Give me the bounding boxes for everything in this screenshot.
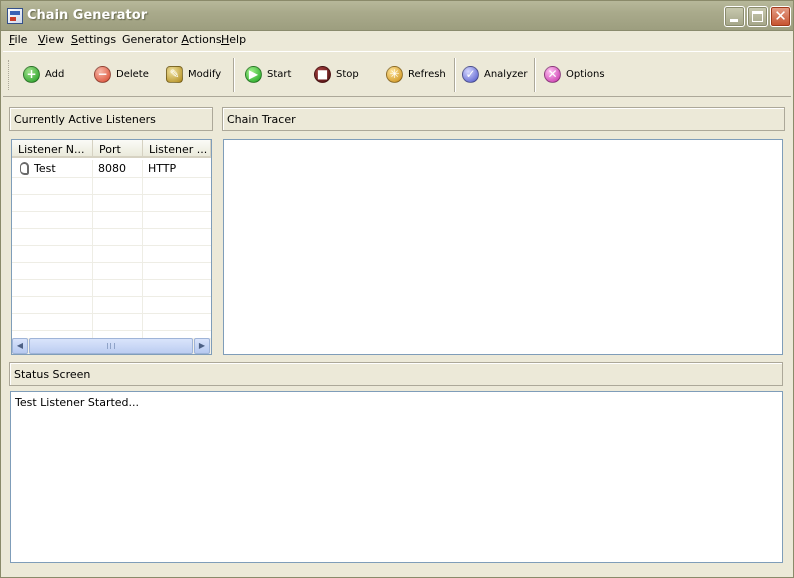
table-row[interactable]: Test 8080 HTTP <box>12 160 211 177</box>
menu-view-label: iew <box>45 33 65 46</box>
chain-tracer-header-label: Chain Tracer <box>227 113 296 126</box>
minimize-icon <box>730 19 738 22</box>
add-icon: + <box>23 65 40 83</box>
scroll-right-button[interactable]: ▶ <box>194 338 210 354</box>
listeners-list-header: Listener N... Port Listener ... <box>12 140 211 158</box>
grid-line <box>92 160 93 338</box>
menu-generator-actions[interactable]: Generator Actions <box>122 33 222 46</box>
chain-tracer-header: Chain Tracer <box>222 107 785 131</box>
grid-line <box>12 313 211 314</box>
toolbar-separator <box>454 58 456 92</box>
listener-port-cell: 8080 <box>98 162 126 175</box>
modify-button[interactable]: ✎ Modify <box>166 64 221 84</box>
grid-line <box>142 160 143 338</box>
analyzer-icon: ✓ <box>462 65 479 83</box>
grid-line <box>12 262 211 263</box>
refresh-label: Refresh <box>408 68 446 80</box>
delete-icon: − <box>94 65 111 83</box>
grid-line <box>12 177 211 178</box>
listeners-list-body: Test 8080 HTTP <box>12 160 211 338</box>
toolbar: + Add − Delete ✎ Modify ▶ Start ■ Stop ✳… <box>3 51 791 97</box>
status-screen-header-label: Status Screen <box>14 368 91 381</box>
play-icon: ▶ <box>245 65 262 83</box>
menu-generator-actions-label: ctions <box>188 33 222 46</box>
start-label: Start <box>267 68 292 80</box>
menu-generator-actions-mnemonic: A <box>181 33 189 46</box>
menu-settings-mnemonic: S <box>71 33 78 46</box>
scroll-thumb[interactable] <box>29 338 193 354</box>
grid-line <box>12 211 211 212</box>
modify-label: Modify <box>188 68 222 80</box>
listeners-header: Currently Active Listeners <box>9 107 213 131</box>
modify-icon: ✎ <box>166 65 183 83</box>
stop-label: Stop <box>336 68 359 80</box>
toolbar-separator <box>534 58 536 92</box>
column-header-port[interactable]: Port <box>93 140 143 158</box>
window-title: Chain Generator <box>27 8 148 23</box>
menu-generator-actions-prefix: Generator <box>122 33 182 46</box>
toolbar-separator <box>233 58 235 92</box>
menu-settings[interactable]: Settings <box>71 33 116 46</box>
app-icon[interactable] <box>7 8 23 24</box>
column-header-listener-type[interactable]: Listener ... <box>143 140 211 158</box>
menu-file-label: ile <box>14 33 28 46</box>
menu-bar: File View Settings Generator Actions Hel… <box>1 31 793 49</box>
scroll-left-button[interactable]: ◀ <box>12 338 28 354</box>
main-window: Chain Generator ✕ File View Settings Gen… <box>0 0 794 578</box>
delete-button[interactable]: − Delete <box>94 64 149 84</box>
horizontal-scrollbar[interactable]: ◀ ▶ <box>12 338 211 354</box>
grid-line <box>12 245 211 246</box>
options-button[interactable]: ✕ Options <box>544 64 605 84</box>
close-button[interactable]: ✕ <box>770 6 791 27</box>
menu-help[interactable]: Help <box>221 33 246 46</box>
scroll-grip-icon <box>107 343 115 349</box>
stop-button[interactable]: ■ Stop <box>314 64 359 84</box>
maximize-button[interactable] <box>747 6 768 27</box>
status-screen-header: Status Screen <box>9 362 783 386</box>
add-button[interactable]: + Add <box>23 64 64 84</box>
start-button[interactable]: ▶ Start <box>245 64 291 84</box>
delete-label: Delete <box>116 68 149 80</box>
grid-line <box>12 279 211 280</box>
menu-file[interactable]: File <box>9 33 27 46</box>
column-header-listener-name[interactable]: Listener N... <box>12 140 93 158</box>
options-icon: ✕ <box>544 65 561 83</box>
grid-line <box>12 296 211 297</box>
listeners-list[interactable]: Listener N... Port Listener ... Test 808… <box>11 139 212 355</box>
add-label: Add <box>45 68 65 80</box>
options-label: Options <box>566 68 605 80</box>
refresh-icon: ✳ <box>386 65 403 83</box>
menu-help-label: elp <box>229 33 247 46</box>
menu-view[interactable]: View <box>38 33 64 46</box>
menu-settings-label: ettings <box>77 33 117 46</box>
chain-tracer-area[interactable] <box>223 139 783 355</box>
grid-line <box>12 330 211 331</box>
title-bar[interactable]: Chain Generator ✕ <box>1 1 793 31</box>
listener-name-cell: Test <box>34 162 56 175</box>
listeners-header-label: Currently Active Listeners <box>14 113 156 126</box>
grid-line <box>12 194 211 195</box>
status-screen-area[interactable]: Test Listener Started... <box>10 391 783 563</box>
refresh-button[interactable]: ✳ Refresh <box>386 64 446 84</box>
analyzer-button[interactable]: ✓ Analyzer <box>462 64 529 84</box>
analyzer-label: Analyzer <box>484 68 528 80</box>
toolbar-grip[interactable] <box>8 60 11 90</box>
maximize-icon <box>752 11 763 22</box>
minimize-button[interactable] <box>724 6 745 27</box>
listener-type-cell: HTTP <box>148 162 177 175</box>
status-text: Test Listener Started... <box>15 396 140 409</box>
ear-icon <box>20 162 29 175</box>
stop-icon: ■ <box>314 65 331 83</box>
grid-line <box>12 228 211 229</box>
close-icon: ✕ <box>774 7 787 25</box>
